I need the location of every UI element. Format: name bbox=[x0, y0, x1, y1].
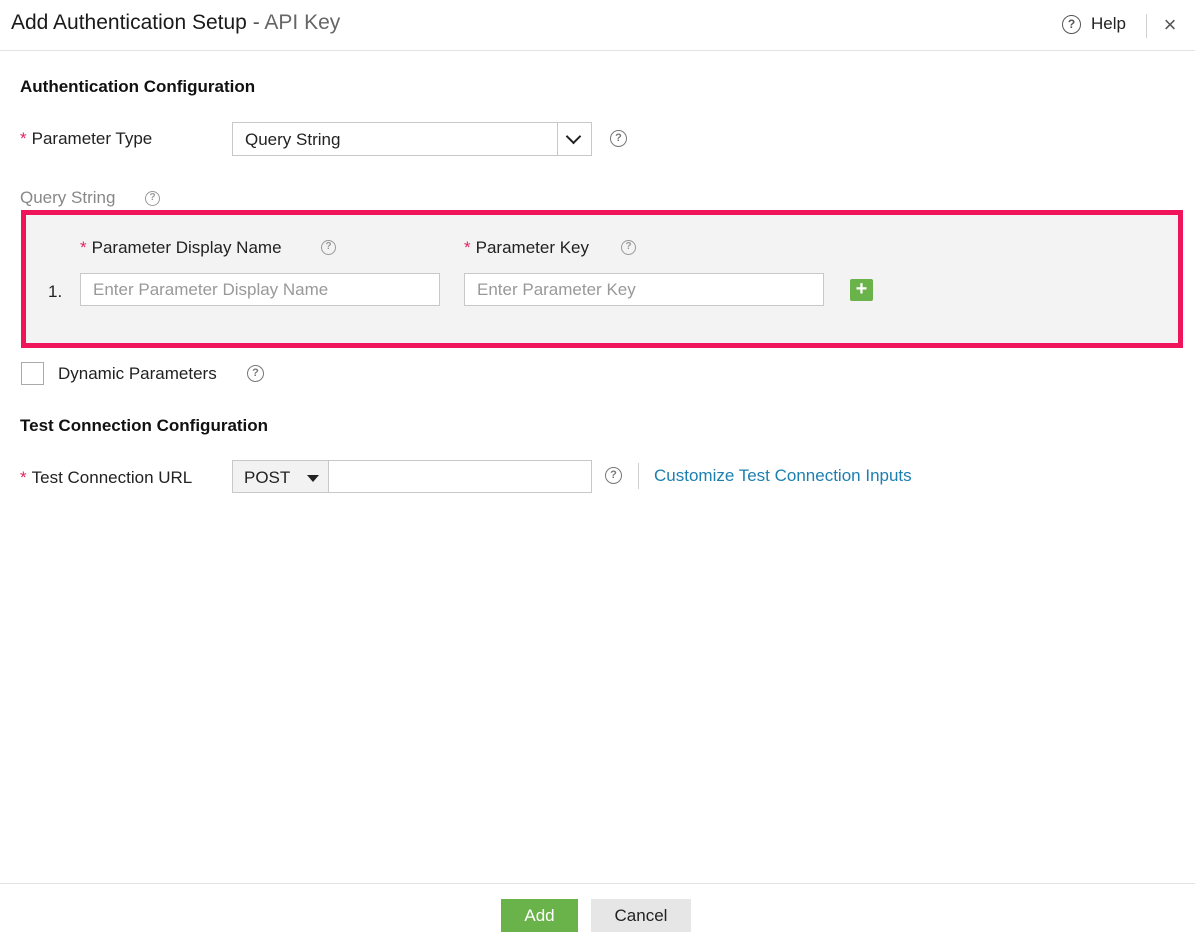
dialog-title: Add Authentication Setup - API Key bbox=[11, 11, 340, 35]
parameter-key-header: * Parameter Key bbox=[464, 238, 589, 258]
param-row-index: 1. bbox=[48, 282, 63, 301]
dynamic-parameters-checkbox[interactable] bbox=[21, 362, 44, 385]
close-icon[interactable]: × bbox=[1158, 13, 1182, 37]
cancel-button[interactable]: Cancel bbox=[591, 899, 691, 932]
caret-down-icon bbox=[307, 475, 319, 482]
display-name-header: * Parameter Display Name bbox=[80, 238, 282, 258]
url-divider bbox=[638, 463, 639, 489]
required-asterisk: * bbox=[464, 238, 471, 257]
parameter-type-label: * Parameter Type bbox=[20, 129, 152, 149]
http-method-value: POST bbox=[244, 468, 291, 487]
test-connection-url-input[interactable] bbox=[328, 460, 592, 493]
add-button[interactable]: Add bbox=[501, 899, 578, 932]
test-connection-url-label: * Test Connection URL bbox=[20, 468, 192, 488]
help-label: Help bbox=[1091, 14, 1126, 33]
add-row-plus-icon[interactable]: + bbox=[850, 279, 873, 301]
customize-test-connection-link[interactable]: Customize Test Connection Inputs bbox=[654, 466, 912, 486]
chevron-down-icon bbox=[565, 128, 582, 145]
help-button[interactable]: ? Help bbox=[1062, 14, 1126, 34]
help-icon[interactable]: ? bbox=[610, 130, 627, 147]
http-method-select[interactable]: POST bbox=[232, 460, 329, 493]
parameter-display-name-input[interactable] bbox=[80, 273, 440, 306]
help-icon[interactable]: ? bbox=[621, 240, 636, 255]
auth-config-heading: Authentication Configuration bbox=[20, 77, 256, 96]
display-name-header-text: Parameter Display Name bbox=[91, 238, 282, 257]
dialog-subtitle: API Key bbox=[264, 11, 341, 34]
select-arrow-box[interactable] bbox=[557, 123, 591, 155]
parameter-key-input[interactable] bbox=[464, 273, 824, 306]
query-string-label: Query String bbox=[20, 188, 116, 207]
header-divider bbox=[1146, 14, 1147, 38]
required-asterisk: * bbox=[80, 238, 87, 257]
required-asterisk: * bbox=[20, 129, 27, 148]
help-icon: ? bbox=[1062, 14, 1081, 34]
parameter-type-text: Parameter Type bbox=[31, 129, 153, 148]
help-icon[interactable]: ? bbox=[605, 467, 622, 484]
parameter-key-header-text: Parameter Key bbox=[475, 238, 590, 257]
help-icon[interactable]: ? bbox=[145, 191, 160, 206]
parameter-type-value: Query String bbox=[245, 130, 341, 149]
help-icon[interactable]: ? bbox=[321, 240, 336, 255]
dialog-title-separator: - bbox=[252, 11, 260, 34]
dynamic-parameters-label: Dynamic Parameters bbox=[58, 364, 217, 383]
test-config-heading: Test Connection Configuration bbox=[20, 416, 269, 435]
parameter-type-select[interactable]: Query String bbox=[232, 122, 592, 156]
help-icon[interactable]: ? bbox=[247, 365, 264, 382]
test-connection-url-text: Test Connection URL bbox=[31, 468, 193, 487]
required-asterisk: * bbox=[20, 468, 27, 487]
dialog-header: Add Authentication Setup - API Key ? Hel… bbox=[0, 0, 1195, 51]
dialog-title-main: Add Authentication Setup bbox=[11, 11, 247, 34]
